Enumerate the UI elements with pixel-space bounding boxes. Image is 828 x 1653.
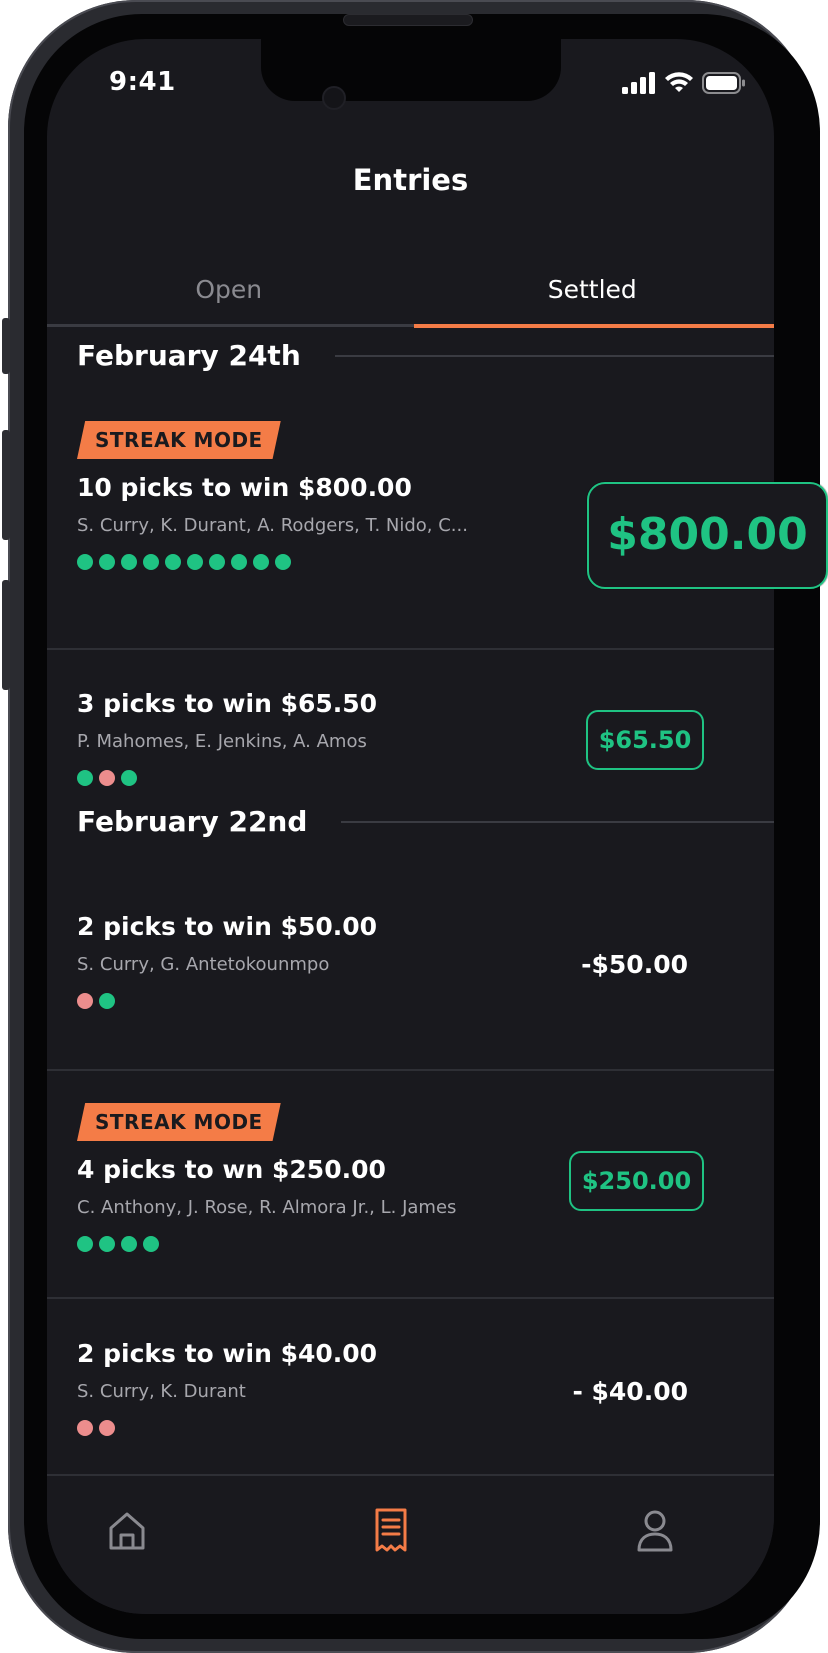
entry-card[interactable]: 3 picks to win $65.50 P. Mahomes, E. Jen… [47,649,774,829]
entry-card[interactable]: STREAK MODE 4 picks to wn $250.00 C. Ant… [47,1103,774,1293]
payout-badge: $250.00 [569,1151,704,1211]
pick-results [77,1236,159,1252]
pick-loss-dot [99,770,115,786]
highlighted-payout-badge: $800.00 [587,482,828,589]
loss-amount: - $40.00 [572,1377,688,1406]
status-icons [622,72,746,94]
loss-amount: -$50.00 [581,950,688,979]
date-rule [334,354,774,357]
notch [261,39,561,101]
status-time: 9:41 [109,67,176,97]
pick-results [77,554,291,570]
tab-open[interactable]: Open [47,271,411,317]
pick-win-dot [209,554,225,570]
pick-win-dot [231,554,247,570]
entry-players: S. Curry, K. Durant, A. Rodgers, T. Nido… [77,515,468,536]
pick-win-dot [253,554,269,570]
pick-loss-dot [77,1420,93,1436]
pick-results [77,770,137,786]
pick-win-dot [99,993,115,1009]
entry-players: S. Curry, K. Durant [77,1381,246,1402]
entry-card[interactable]: 2 picks to win $50.00 S. Curry, G. Antet… [47,859,774,1069]
pick-win-dot [77,1236,93,1252]
battery-icon [702,72,745,94]
entry-title: 10 picks to win $800.00 [77,473,412,502]
app-screen: 9:41 Entries Open Settled February 24th [47,39,774,1614]
date-label: February 22nd [77,805,308,838]
entry-players: C. Anthony, J. Rose, R. Almora Jr., L. J… [77,1197,457,1218]
pick-win-dot [77,770,93,786]
pick-win-dot [121,554,137,570]
pick-win-dot [143,1236,159,1252]
entry-divider [47,1069,774,1071]
pick-win-dot [99,554,115,570]
volume-down-button [2,580,10,690]
entry-title: 2 picks to win $50.00 [77,912,378,941]
tab-bar: Open Settled [47,271,774,317]
home-icon [109,1512,145,1550]
receipt-icon [375,1508,407,1552]
mute-switch [2,318,10,374]
entry-players: S. Curry, G. Antetokounmpo [77,954,330,975]
volume-up-button [2,430,10,540]
bottom-nav [47,1474,774,1614]
date-rule [341,820,774,823]
wifi-icon [665,72,693,92]
entry-title: 3 picks to win $65.50 [77,689,378,718]
pick-win-dot [143,554,159,570]
pick-results [77,1420,115,1436]
entry-card[interactable]: 2 picks to win $40.00 S. Curry, K. Duran… [47,1299,774,1479]
profile-icon [637,1510,673,1552]
pick-win-dot [121,1236,137,1252]
pick-win-dot [77,554,93,570]
date-header: February 24th [77,339,774,372]
streak-mode-badge: STREAK MODE [77,1103,281,1141]
payout-badge: $65.50 [586,710,704,770]
nav-entries[interactable] [367,1506,415,1554]
entry-title: 2 picks to win $40.00 [77,1339,378,1368]
camera-icon [322,86,346,110]
streak-mode-badge: STREAK MODE [77,421,281,459]
entry-title: 4 picks to wn $250.00 [77,1155,386,1184]
pick-win-dot [187,554,203,570]
pick-win-dot [121,770,137,786]
page-title: Entries [352,163,469,197]
pick-win-dot [275,554,291,570]
tab-active-indicator [414,324,774,328]
date-label: February 24th [77,339,301,372]
pick-loss-dot [99,1420,115,1436]
entry-players: P. Mahomes, E. Jenkins, A. Amos [77,731,367,752]
tab-settled[interactable]: Settled [411,271,775,317]
signal-icon [622,72,655,94]
nav-profile[interactable] [631,1506,679,1554]
pick-results [77,993,115,1009]
speaker-grille [343,14,473,26]
pick-win-dot [165,554,181,570]
pick-win-dot [99,1236,115,1252]
nav-home[interactable] [103,1506,151,1554]
date-header: February 22nd [77,805,774,838]
pick-loss-dot [77,993,93,1009]
